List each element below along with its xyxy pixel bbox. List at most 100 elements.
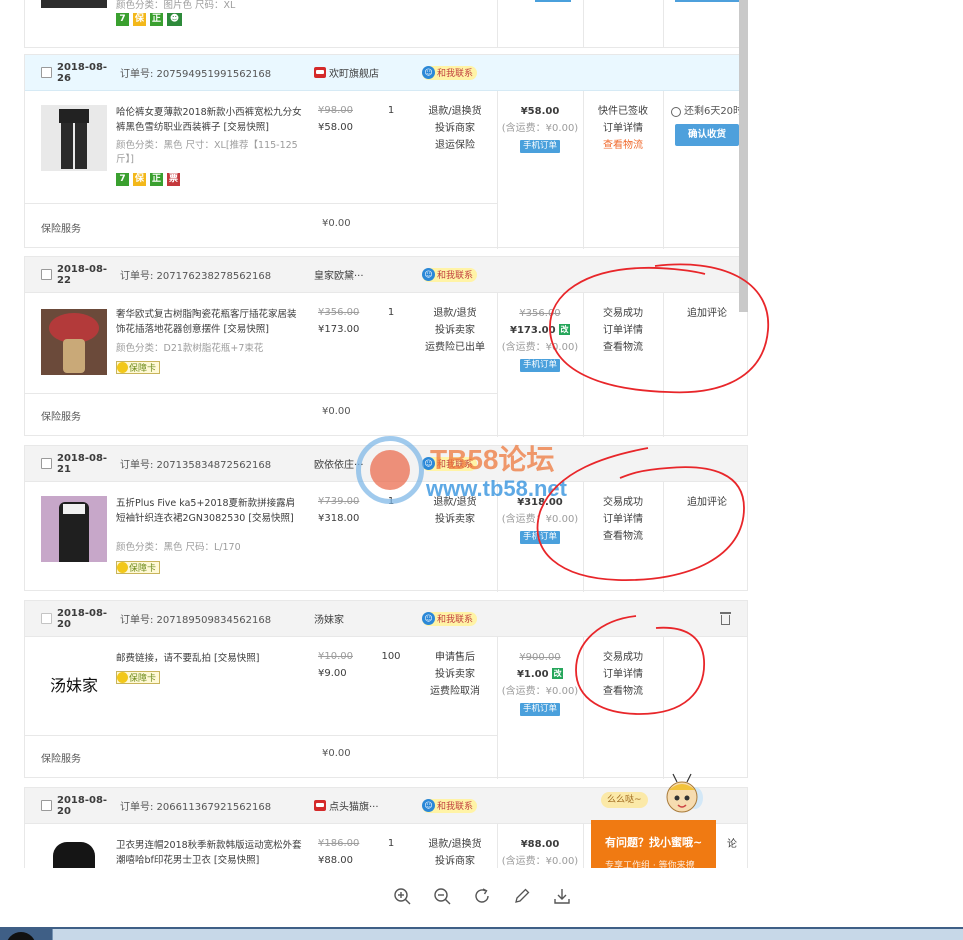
shop-name: 皇家欧黛···: [314, 271, 364, 282]
status-text: 交易成功: [603, 652, 643, 663]
select-checkbox[interactable]: [41, 800, 52, 811]
original-price: ¥10.00: [318, 651, 353, 662]
refund-link[interactable]: 退款/退换货: [410, 836, 500, 853]
product-thumbnail[interactable]: [41, 838, 107, 868]
shop-link[interactable]: 点头猫旗···: [314, 798, 422, 813]
order-card-partial: 颜色分类：图片色 尺码：XL 7 保 正 ☻: [24, 0, 748, 48]
contact-seller-button[interactable]: ☺ 和我联系: [422, 611, 478, 626]
product-title[interactable]: 哈伦裤女夏薄款2018新款小西裤宽松九分女裤黑色雪纺职业西装裤子 [交易快照]: [116, 105, 304, 135]
shop-name: 欢町旗舰店: [329, 69, 379, 80]
contact-seller-button[interactable]: ☺ 和我联系: [422, 456, 478, 471]
original-price: ¥186.00: [318, 838, 360, 849]
rotate-icon[interactable]: [473, 887, 491, 905]
order-total: ¥88.00 (含运费：¥0.00): [497, 836, 583, 868]
edit-pencil-icon[interactable]: [513, 887, 531, 905]
add-review-link[interactable]: 追加评论: [665, 305, 749, 322]
shop-link[interactable]: 欢町旗舰店: [314, 65, 422, 80]
insurance-label: 保险服务: [41, 412, 81, 423]
refund-link[interactable]: 退款/退货: [410, 494, 500, 511]
order-detail-link[interactable]: 订单详情: [583, 120, 663, 137]
download-icon[interactable]: [553, 887, 571, 905]
add-review-link[interactable]: 追加评论: [665, 494, 749, 511]
cert-label: 保障卡: [129, 364, 157, 374]
view-logistics-link[interactable]: 查看物流: [583, 137, 663, 154]
product-thumbnail[interactable]: 汤妹家: [41, 651, 107, 717]
confirm-button-partial[interactable]: [675, 0, 739, 2]
thumb-shape: [63, 504, 85, 514]
help-widget[interactable]: 么么哒~ 有问题？找小蜜哦~ 专享工作组 · 等你来撩: [591, 768, 716, 868]
contact-label: 和我联系: [437, 460, 474, 470]
shop-link[interactable]: 皇家欧黛···: [314, 267, 422, 282]
freight-text: (含运费：¥0.00): [501, 342, 579, 353]
total-original: ¥900.00: [519, 652, 561, 663]
product-title[interactable]: 卫衣男连帽2018秋季新款韩版运动宽松外套潮嘻哈bf印花男士卫衣 [交易快照]: [116, 838, 304, 868]
original-price: ¥356.00: [318, 307, 360, 318]
start-button[interactable]: [0, 930, 52, 940]
mobile-order-badge: 手机订单: [519, 359, 560, 372]
cert-icon: ☻: [167, 13, 182, 26]
thumb-shape: [53, 842, 95, 868]
total-amount: ¥1.00: [516, 669, 549, 680]
complain-link[interactable]: 投诉卖家: [410, 511, 500, 528]
delete-order-icon[interactable]: [720, 612, 731, 625]
contact-seller-button[interactable]: ☺ 和我联系: [422, 798, 478, 813]
view-logistics-link[interactable]: 查看物流: [583, 528, 663, 545]
refund-link[interactable]: 退款/退换货: [410, 103, 500, 120]
contact-seller-button[interactable]: ☺ 和我联系: [422, 267, 478, 282]
order-date: 2018-08-20: [57, 607, 108, 630]
chat-icon: ☺: [422, 612, 435, 625]
insurance-value: ¥0.00: [322, 406, 351, 417]
guarantee-card-badge: 保障卡: [116, 361, 161, 374]
scrollbar[interactable]: [739, 0, 748, 312]
product-title[interactable]: 五折Plus Five ka5+2018夏新款拼接露肩短袖针织连衣裙2GN308…: [116, 496, 304, 526]
view-logistics-link[interactable]: 查看物流: [583, 683, 663, 700]
order-card: 2018-08-22 订单号: 207176238278562168 皇家欧黛·…: [24, 256, 749, 437]
select-checkbox[interactable]: [41, 458, 52, 469]
service-links: 退款/退换货 投诉商家 退运保险: [410, 103, 500, 154]
zoom-out-icon[interactable]: [433, 887, 451, 905]
select-checkbox[interactable]: [41, 67, 52, 78]
zoom-in-icon[interactable]: [393, 887, 411, 905]
status-text: 交易成功: [603, 308, 643, 319]
product-title[interactable]: 邮费链接，请不要乱拍 [交易快照]: [116, 651, 304, 666]
select-checkbox[interactable]: [41, 613, 52, 624]
price-modified-badge: 改: [559, 324, 571, 335]
product-thumbnail[interactable]: [41, 309, 107, 375]
shop-link[interactable]: 欧依依庄···: [314, 456, 422, 471]
refund-link[interactable]: 退款/退货: [410, 305, 500, 322]
order-detail-link[interactable]: 订单详情: [583, 322, 663, 339]
confirm-receipt-button[interactable]: 确认收货: [675, 124, 739, 146]
contact-seller-button[interactable]: ☺ 和我联系: [422, 65, 478, 80]
add-review-link[interactable]: 论: [715, 836, 749, 853]
order-card: 2018-08-20 订单号: 207189509834562168 汤妹家 ☺…: [24, 600, 748, 779]
helper-panel[interactable]: 有问题？找小蜜哦~ 专享工作组 · 等你来撩: [591, 820, 716, 868]
complain-link[interactable]: 投诉卖家: [410, 322, 500, 339]
order-status: 交易成功 订单详情 查看物流: [583, 305, 663, 356]
order-header: 2018-08-26 订单号: 207594951991562168 欢町旗舰店…: [25, 55, 747, 91]
order-date: 2018-08-21: [57, 452, 108, 475]
select-checkbox[interactable]: [41, 269, 52, 280]
quantity: 1: [387, 307, 395, 318]
order-date: 2018-08-22: [57, 263, 108, 286]
product-thumbnail[interactable]: [41, 105, 107, 171]
bulb-icon: [117, 562, 128, 573]
sku-text: 颜色分类：图片色 尺码：XL: [116, 0, 236, 11]
insurance-row: 保险服务 ¥0.00: [25, 203, 497, 249]
order-detail-link[interactable]: 订单详情: [583, 666, 663, 683]
insurance-link[interactable]: 退运保险: [410, 137, 500, 154]
status-text: 交易成功: [603, 497, 643, 508]
complain-link[interactable]: 投诉卖家: [410, 666, 500, 683]
product-thumbnail[interactable]: [41, 496, 107, 562]
tmall-icon: [314, 67, 326, 78]
freight-text: (含运费：¥0.00): [501, 686, 579, 697]
shop-link[interactable]: 汤妹家: [314, 611, 422, 626]
product-title[interactable]: 奢华欧式复古树脂陶瓷花瓶客厅插花家居装饰花插落地花器创意摆件 [交易快照]: [116, 307, 304, 337]
after-sales-link[interactable]: 申请售后: [410, 649, 500, 666]
countdown: 还剩6天20时: [665, 103, 749, 120]
product-thumbnail[interactable]: [41, 0, 107, 8]
order-detail-link[interactable]: 订单详情: [583, 511, 663, 528]
complain-link[interactable]: 投诉商家: [410, 853, 500, 868]
view-logistics-link[interactable]: 查看物流: [583, 339, 663, 356]
complain-link[interactable]: 投诉商家: [410, 120, 500, 137]
order-actions: 论: [715, 836, 749, 853]
